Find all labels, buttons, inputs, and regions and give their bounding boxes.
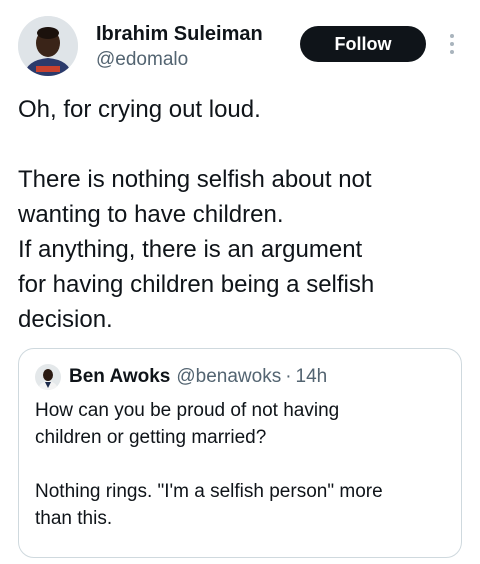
tweet-text: Oh, for crying out loud. There is nothin… (18, 92, 468, 337)
quoted-tweet-text: How can you be proud of not having child… (35, 397, 445, 532)
tweet: Ibrahim Suleiman @edomalo Follow Oh, for… (0, 0, 480, 564)
more-dot (450, 42, 454, 46)
quoted-timestamp: 14h (295, 366, 328, 387)
more-vertical-icon[interactable] (442, 30, 462, 58)
tweet-header: Ibrahim Suleiman @edomalo Follow (18, 16, 464, 82)
more-dot (450, 34, 454, 38)
more-dot (450, 50, 454, 54)
quoted-tweet-header: Ben Awoks @benawoks · 14h (35, 363, 445, 391)
tweet-paragraph: Oh, for crying out loud. (18, 96, 261, 123)
follow-button[interactable]: Follow (300, 26, 426, 62)
author-handle[interactable]: @edomalo (96, 48, 263, 72)
quoted-avatar-image (35, 364, 61, 390)
author-display-name[interactable]: Ibrahim Suleiman (96, 22, 263, 46)
quoted-paragraph: Nothing rings. "I'm a selfish person" mo… (35, 481, 383, 529)
quoted-separator: · (285, 366, 292, 387)
quoted-handle: @benawoks (176, 366, 282, 387)
quoted-paragraph: How can you be proud of not having child… (35, 400, 340, 448)
tweet-paragraph: There is nothing selfish about not wanti… (18, 166, 375, 333)
quoted-tweet-card[interactable]: Ben Awoks @benawoks · 14h How can you be… (18, 348, 462, 558)
quoted-display-name: Ben Awoks (69, 366, 171, 387)
quoted-avatar (35, 364, 61, 390)
author-info: Ibrahim Suleiman @edomalo (96, 22, 263, 72)
avatar-image (18, 16, 78, 76)
avatar[interactable] (18, 16, 78, 76)
